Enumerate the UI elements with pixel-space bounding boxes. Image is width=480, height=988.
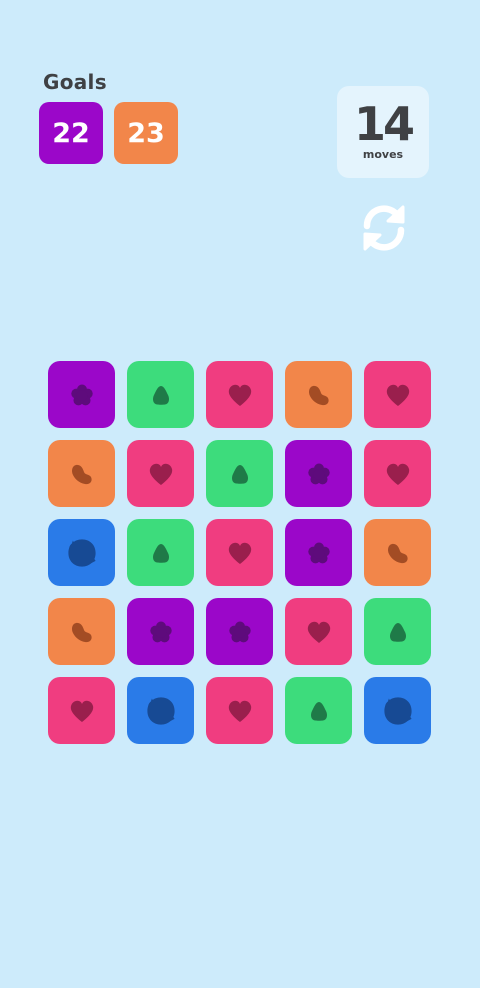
tile-pink[interactable]: [127, 440, 194, 507]
restart-button[interactable]: [355, 200, 413, 256]
tile-blue[interactable]: [48, 519, 115, 586]
moves-counter: 14 moves: [337, 86, 429, 178]
tile-orange[interactable]: [364, 519, 431, 586]
tile-green[interactable]: [206, 440, 273, 507]
heart-icon: [228, 542, 251, 564]
blob-icon: [383, 696, 412, 725]
moves-count: 14: [353, 96, 415, 151]
heart-icon: [386, 384, 409, 406]
heart-icon: [386, 463, 409, 485]
flower-icon: [149, 621, 172, 642]
heart-icon: [307, 621, 330, 643]
tile-pink[interactable]: [364, 361, 431, 428]
tile-purple[interactable]: [48, 361, 115, 428]
tile-pink[interactable]: [48, 677, 115, 744]
tile-green[interactable]: [127, 519, 194, 586]
tile-pink[interactable]: [364, 440, 431, 507]
flower-icon: [307, 542, 330, 563]
bean-icon: [387, 543, 408, 563]
drop-icon: [152, 543, 169, 563]
tile-purple[interactable]: [285, 519, 352, 586]
restart-icon: [363, 205, 405, 251]
flower-icon: [228, 621, 251, 642]
blob-icon: [146, 696, 175, 725]
drop-icon: [152, 385, 169, 405]
bean-icon: [308, 385, 329, 405]
drop-icon: [231, 464, 248, 484]
drop-icon: [389, 622, 406, 642]
tile-pink[interactable]: [206, 519, 273, 586]
tile-orange[interactable]: [48, 598, 115, 665]
tile-green[interactable]: [285, 677, 352, 744]
tile-blue[interactable]: [364, 677, 431, 744]
heart-icon: [228, 700, 251, 722]
tile-green[interactable]: [364, 598, 431, 665]
goal-orange-count: 23: [114, 102, 178, 164]
goals-title: Goals: [43, 70, 107, 94]
tile-orange[interactable]: [285, 361, 352, 428]
tile-purple[interactable]: [206, 598, 273, 665]
bean-icon: [71, 464, 92, 484]
flower-icon: [307, 463, 330, 484]
moves-label: moves: [362, 147, 404, 161]
tile-blue[interactable]: [127, 677, 194, 744]
tile-purple[interactable]: [285, 440, 352, 507]
bean-icon: [71, 622, 92, 642]
tile-green[interactable]: [127, 361, 194, 428]
tile-purple[interactable]: [127, 598, 194, 665]
heart-icon: [228, 384, 251, 406]
game-board: [48, 361, 432, 745]
goal-purple-count: 22: [39, 102, 103, 164]
tile-orange[interactable]: [48, 440, 115, 507]
tile-pink[interactable]: [206, 361, 273, 428]
heart-icon: [149, 463, 172, 485]
heart-icon: [70, 700, 93, 722]
tile-pink[interactable]: [206, 677, 273, 744]
drop-icon: [310, 701, 327, 721]
tile-pink[interactable]: [285, 598, 352, 665]
blob-icon: [67, 538, 96, 567]
flower-icon: [70, 384, 93, 405]
